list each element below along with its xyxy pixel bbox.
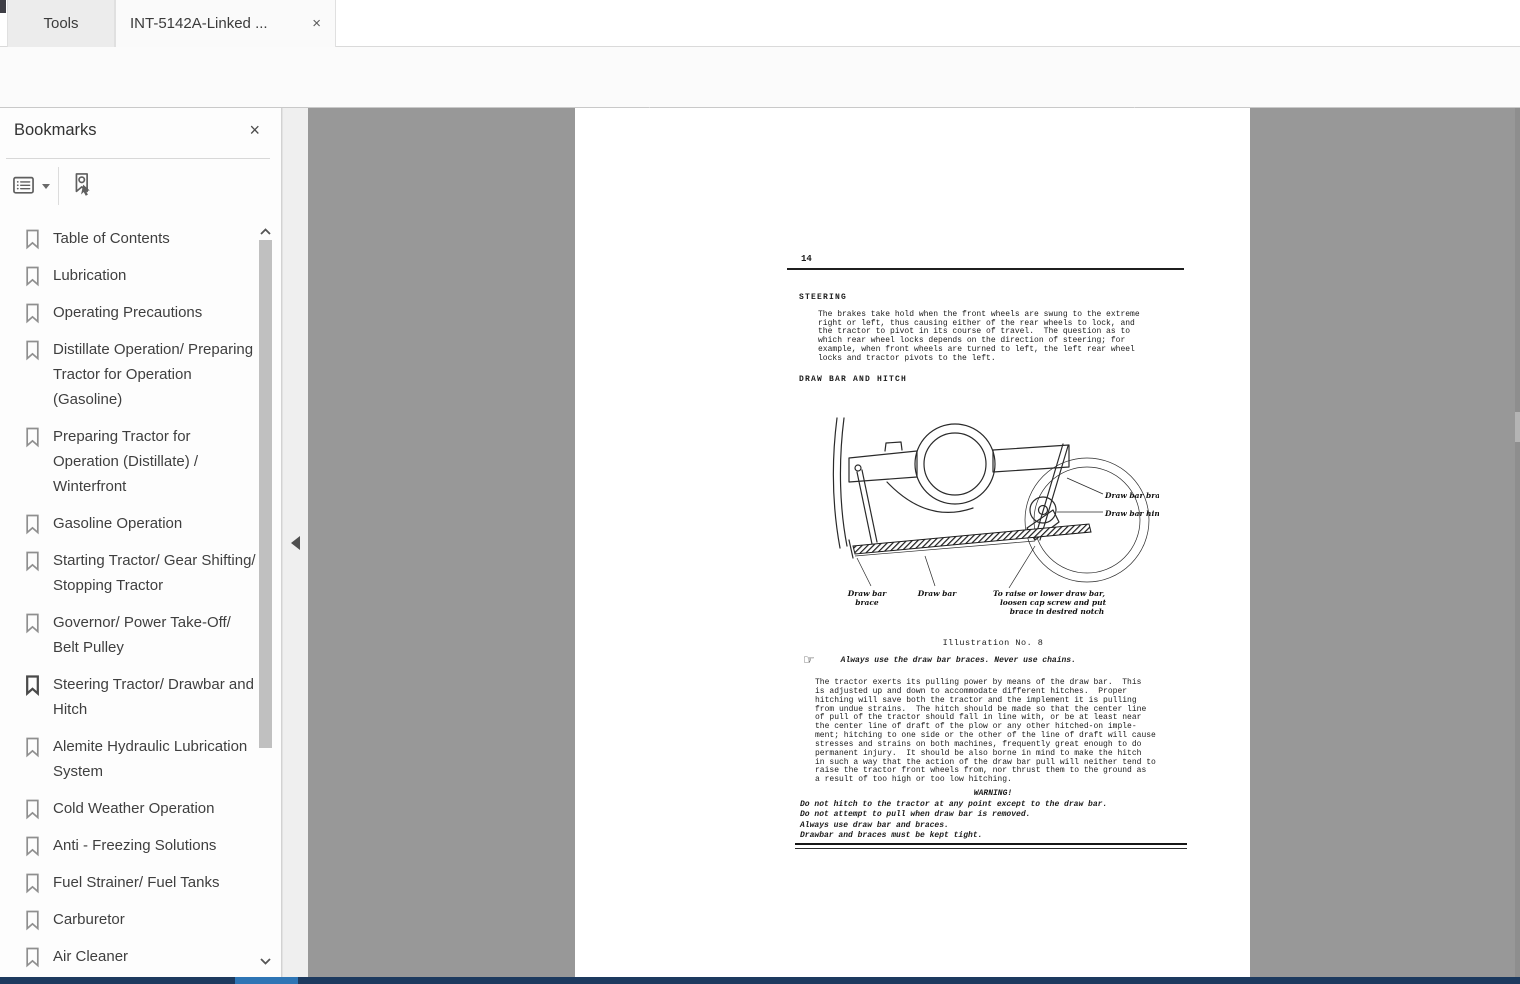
bookmarks-list: Table of Contents Lubrication Operating …	[0, 220, 256, 977]
taskbar-highlight	[235, 977, 298, 984]
bookmark-item[interactable]: Operating Precautions	[0, 300, 256, 325]
drawbar-heading: DRAW BAR AND HITCH	[799, 375, 908, 384]
document-viewport[interactable]: 14 STEERING The brakes take hold when th…	[308, 108, 1520, 977]
bookmark-item[interactable]: Lubrication	[0, 263, 256, 288]
illustration-label: Draw bar	[917, 589, 957, 598]
illustration-label: Draw bar	[847, 589, 887, 598]
wheel-inner	[1033, 466, 1141, 574]
bookmark-options-button[interactable]	[10, 172, 37, 204]
leader-line	[1008, 545, 1036, 589]
bookmark-item[interactable]: Carburetor	[0, 907, 256, 932]
illustration-label: Draw bar brace	[1104, 491, 1159, 500]
illustration-label: brace	[855, 598, 879, 607]
bookmark-item-current[interactable]: Steering Tractor/ Drawbar and Hitch	[0, 672, 256, 722]
bookmarks-panel: Bookmarks × Table of Contents Lubricatio…	[0, 108, 282, 977]
bookmark-item[interactable]: Starting Tractor/ Gear Shifting/ Stoppin…	[0, 548, 256, 598]
bookmarks-title: Bookmarks	[14, 121, 97, 139]
window-corner-decoration	[0, 0, 6, 13]
illustration-label: To raise or lower draw bar,	[993, 589, 1105, 598]
panel-gutter	[282, 108, 308, 977]
bookmark-item[interactable]: Air Cleaner	[0, 944, 256, 969]
warning-title: WARNING!	[973, 789, 1013, 798]
bookmark-item[interactable]: Distillate Operation/ Preparing Tractor …	[0, 337, 256, 412]
bookmark-item[interactable]: Governor/ Power Take-Off/ Belt Pulley	[0, 610, 256, 660]
steering-paragraph: The brakes take hold when the front whee…	[818, 310, 1140, 363]
document-scrollbar-track[interactable]	[1515, 108, 1520, 977]
scrollbar-thumb[interactable]	[259, 240, 272, 748]
page-number: 14	[801, 254, 812, 264]
tab-tools[interactable]: Tools	[7, 0, 115, 47]
bookmark-item[interactable]: Anti - Freezing Solutions	[0, 833, 256, 858]
draw-bar	[852, 523, 1092, 555]
locate-bookmark-icon	[75, 173, 90, 196]
left-pivot	[854, 464, 862, 472]
options-list-icon	[13, 176, 34, 194]
axle-arm-left	[848, 450, 918, 483]
illustration-caption: Illustration No. 8	[942, 638, 1044, 648]
main-toolbar: / 54 57.9%	[0, 47, 1520, 141]
chevron-down-icon[interactable]	[42, 184, 50, 189]
close-tab-icon[interactable]: ×	[312, 15, 321, 32]
leader-line	[924, 555, 936, 587]
tab-bar: Tools INT-5142A-Linked ... ×	[0, 0, 1520, 47]
scrollbar-down-button[interactable]	[259, 953, 272, 971]
frame-line	[832, 417, 841, 549]
bookmark-item[interactable]: Fuel Strainer/ Fuel Tanks	[0, 870, 256, 895]
divider	[58, 167, 59, 205]
drawbar-paragraph: The tractor exerts its pulling power by …	[815, 678, 1156, 785]
collapse-panel-icon[interactable]	[291, 536, 300, 550]
steering-heading: STEERING	[799, 293, 848, 302]
leader-line	[1066, 477, 1104, 495]
bookmark-item[interactable]: Table of Contents	[0, 226, 256, 251]
bookmark-item[interactable]: Alemite Hydraulic Lubrication System	[0, 734, 256, 784]
taskbar-edge	[0, 977, 1520, 984]
bookmarks-toolbar	[0, 159, 281, 213]
housing-bump	[884, 441, 903, 452]
footer-rule	[795, 843, 1187, 849]
wheel-outer	[1024, 457, 1150, 583]
document-scrollbar-thumb[interactable]	[1515, 412, 1520, 442]
note-row: ☞ Always use the draw bar braces. Never …	[803, 654, 1076, 667]
drawbar-illustration: Draw bar brace Draw bar hinge Draw bar b…	[832, 417, 1159, 616]
bookmarks-header: Bookmarks ×	[0, 108, 281, 158]
differential-outer	[914, 423, 996, 505]
warning-lines: Do not hitch to the tractor at any point…	[800, 800, 1108, 841]
find-current-bookmark-button[interactable]	[68, 170, 95, 202]
tab-tools-label: Tools	[43, 15, 79, 32]
manicule-icon: ☞	[803, 653, 815, 668]
tab-document-label: INT-5142A-Linked ...	[130, 15, 268, 32]
bookmark-item[interactable]: Gasoline Operation	[0, 511, 256, 536]
illustration-label: loosen cap screw and put	[1000, 598, 1107, 607]
leader-line	[856, 557, 872, 587]
pdf-page: 14 STEERING The brakes take hold when th…	[575, 108, 1250, 977]
note-text: Always use the draw bar braces. Never us…	[840, 656, 1076, 665]
close-panel-icon[interactable]: ×	[249, 120, 260, 141]
bar-end	[848, 539, 854, 559]
frame-line	[839, 417, 848, 547]
bookmark-item[interactable]: Preparing Tractor for Operation (Distill…	[0, 424, 256, 499]
bookmark-item[interactable]: Cold Weather Operation	[0, 796, 256, 821]
right-brace	[1034, 443, 1069, 541]
header-rule	[787, 268, 1184, 270]
axle-arm-right	[992, 444, 1070, 473]
differential-inner	[923, 432, 987, 496]
tab-document[interactable]: INT-5142A-Linked ... ×	[115, 0, 336, 47]
housing-body	[886, 481, 974, 514]
illustration-label: Draw bar hinge	[1104, 509, 1159, 518]
illustration-label: brace in desired notch	[1010, 607, 1105, 616]
